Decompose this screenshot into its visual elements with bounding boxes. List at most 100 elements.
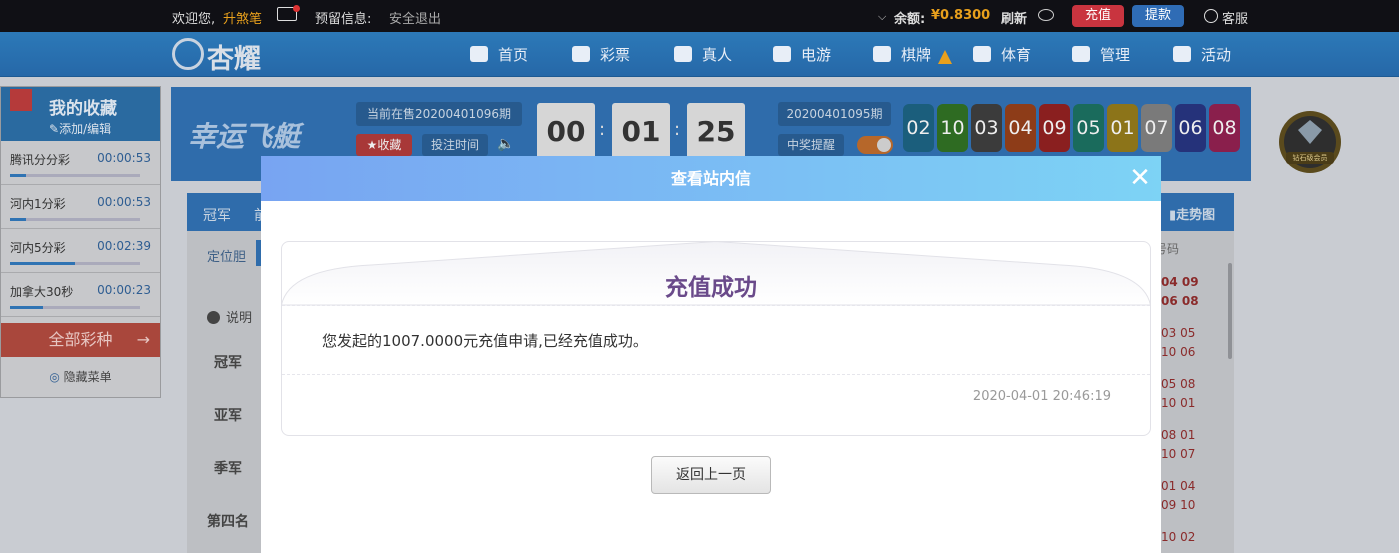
hot-icon [938, 50, 952, 64]
trophy-icon [973, 46, 991, 62]
eye-hidden-icon[interactable] [1038, 9, 1054, 21]
nav-live[interactable]: 真人 [674, 44, 732, 65]
vip-label: 钻石级会员 [1292, 154, 1328, 162]
star-icon [10, 89, 32, 111]
favorites-panel: 我的收藏 ✎添加/编辑 腾讯分分彩 00:00:53 河内1分彩 00:00:53 … [0, 86, 161, 398]
history-row: 10 02 [1161, 530, 1196, 544]
result-ball: 01 [1107, 104, 1138, 152]
eye-slash-icon: ◎ [49, 370, 64, 384]
trend-link[interactable]: ▮走势图 [1169, 204, 1215, 223]
main-nav: 杏耀 首页 彩票 真人 电游 棋牌 体育 管理 活动 [0, 32, 1399, 77]
dealer-icon [674, 46, 692, 62]
message-title: 充值成功 [665, 275, 757, 301]
sub-tab[interactable]: 定位胆 [207, 246, 246, 265]
withdraw-button[interactable]: 提款 [1132, 5, 1184, 27]
nav-home[interactable]: 首页 [470, 44, 528, 65]
cards-icon [873, 46, 891, 62]
favorite-button[interactable]: ★收藏 [356, 134, 412, 156]
nav-lottery[interactable]: 彩票 [572, 44, 630, 65]
row-label: 冠军 [214, 355, 242, 371]
dialog-header: 查看站内信 [261, 156, 1161, 201]
brand-logo-text[interactable]: 杏耀 [207, 37, 261, 76]
row-label: 第四名 [207, 514, 249, 530]
nav-cards[interactable]: 棋牌 [873, 44, 931, 65]
info-icon [207, 311, 220, 324]
message-date: 2020-04-01 20:46:19 [972, 389, 1111, 404]
history-row: 01 04 09 10 [1161, 479, 1196, 512]
reserved-info-label: 预留信息: [315, 12, 372, 27]
countdown-bar [10, 174, 140, 177]
service-link[interactable]: 客服 [1222, 8, 1248, 27]
countdown-bar [10, 262, 140, 265]
row-label: 季军 [214, 461, 242, 477]
result-ball: 09 [1039, 104, 1070, 152]
vip-badge: 钻石级会员 [1272, 108, 1348, 180]
nav-sports[interactable]: 体育 [973, 44, 1031, 65]
message-dialog: 查看站内信 ✕ 充值成功 您发起的1007.0000元充值申请,已经充值成功。 … [261, 156, 1161, 553]
message-body: 您发起的1007.0000元充值申请,已经充值成功。 [322, 332, 648, 350]
chevron-down-icon[interactable]: ⌵ [878, 10, 886, 24]
service-icon[interactable] [1204, 9, 1218, 23]
info-link[interactable]: 说明 [207, 307, 252, 326]
nav-slots[interactable]: 电游 [773, 44, 831, 65]
favorite-item[interactable]: 腾讯分分彩 00:00:53 [1, 141, 160, 185]
tab-champion[interactable]: 冠军 [203, 205, 231, 225]
last-issue: 20200401095期 [778, 102, 891, 126]
favorites-title: 我的收藏 [49, 99, 117, 119]
favorite-item[interactable]: 加拿大30秒 00:00:23 [1, 273, 160, 317]
nav-manage[interactable]: 管理 [1072, 44, 1130, 65]
arrow-right-icon: → [136, 330, 150, 349]
close-icon[interactable]: ✕ [1127, 165, 1153, 191]
divider [282, 305, 1150, 306]
balance-value: ¥0.8300 [931, 8, 991, 23]
countdown-seconds: 25 [687, 103, 745, 161]
hide-menu-button[interactable]: ◎ 隐藏菜单 [1, 357, 160, 397]
result-ball: 03 [971, 104, 1002, 152]
sound-icon[interactable]: 🔈 [497, 136, 514, 152]
back-button[interactable]: 返回上一页 [651, 456, 771, 494]
countdown-hours: 00 [537, 103, 595, 161]
result-ball: 06 [1175, 104, 1206, 152]
username[interactable]: 升煞笔 [223, 8, 262, 27]
users-icon [1072, 46, 1090, 62]
diamond-medal-icon [1279, 111, 1341, 173]
countdown-bar [10, 218, 140, 221]
favorites-edit-link[interactable]: ✎添加/编辑 [49, 120, 111, 137]
win-alert-toggle[interactable] [857, 136, 893, 154]
scrollbar[interactable] [1228, 263, 1232, 359]
brand-logo-icon[interactable] [172, 38, 204, 70]
history-row: 04 09 06 08 [1161, 275, 1199, 308]
game-title: 幸运飞艇 [188, 120, 301, 153]
favorite-item[interactable]: 河内1分彩 00:00:53 [1, 185, 160, 229]
refresh-link[interactable]: 刷新 [1001, 8, 1027, 27]
slot-icon [773, 46, 791, 62]
countdown-sep: : [599, 119, 606, 140]
favorite-item[interactable]: 河内5分彩 00:02:39 [1, 229, 160, 273]
countdown-bar [10, 306, 140, 309]
gift-icon [1173, 46, 1191, 62]
history-row: 05 08 10 01 [1161, 377, 1196, 410]
recharge-button[interactable]: 充值 [1072, 5, 1124, 27]
nav-promotions[interactable]: 活动 [1173, 44, 1231, 65]
bet-time-button[interactable]: 投注时间 [422, 134, 488, 156]
result-ball: 10 [937, 104, 968, 152]
countdown-sep: : [674, 119, 681, 140]
win-alert-label: 中奖提醒 [778, 134, 844, 156]
history-row: 08 01 10 07 [1161, 428, 1196, 461]
result-ball: 02 [903, 104, 934, 152]
home-icon [470, 46, 488, 62]
logout-link[interactable]: 安全退出 [389, 8, 441, 27]
result-ball: 08 [1209, 104, 1240, 152]
mail-unread-dot [293, 5, 300, 12]
favorites-header: 我的收藏 ✎添加/编辑 [1, 87, 160, 141]
divider [282, 374, 1150, 375]
ticket-icon [572, 46, 590, 62]
result-ball: 04 [1005, 104, 1036, 152]
history-row: 03 05 10 06 [1161, 326, 1196, 359]
row-label: 亚军 [214, 408, 242, 424]
current-issue: 当前在售20200401096期 [356, 102, 522, 126]
countdown-minutes: 01 [612, 103, 670, 161]
result-ball: 07 [1141, 104, 1172, 152]
all-games-button[interactable]: 全部彩种 → [1, 323, 160, 357]
welcome-text: 欢迎您, [172, 12, 216, 27]
